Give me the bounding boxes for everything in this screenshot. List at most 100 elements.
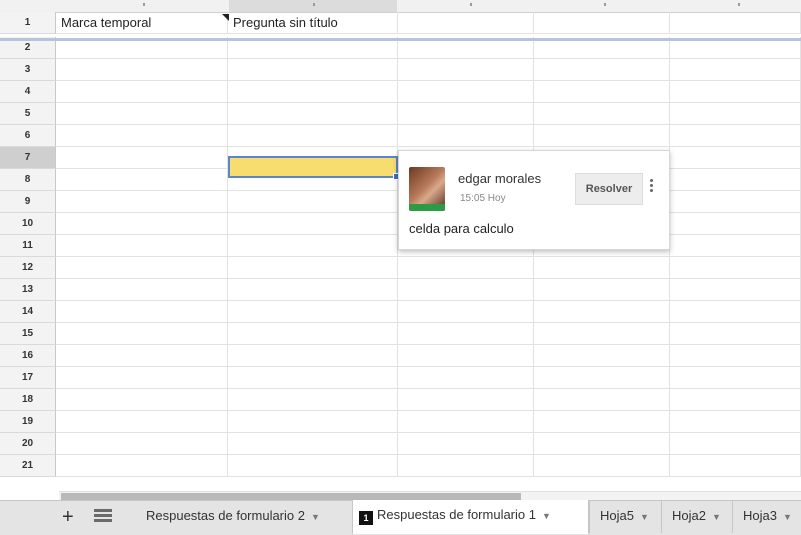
resolve-button[interactable]: Resolver [575, 173, 643, 205]
table-cell[interactable] [670, 125, 801, 147]
table-cell[interactable] [228, 257, 398, 279]
table-cell[interactable] [56, 59, 228, 81]
table-cell[interactable] [534, 367, 670, 389]
table-cell[interactable] [670, 147, 801, 169]
table-cell[interactable] [56, 147, 228, 169]
table-cell[interactable] [56, 103, 228, 125]
row-number[interactable]: 5 [0, 103, 56, 125]
row-number[interactable]: 8 [0, 169, 56, 191]
table-cell[interactable] [398, 103, 534, 125]
table-cell[interactable] [228, 323, 398, 345]
table-cell[interactable] [534, 389, 670, 411]
table-cell[interactable] [534, 433, 670, 455]
table-cell[interactable] [56, 301, 228, 323]
table-cell[interactable] [670, 411, 801, 433]
table-cell[interactable] [670, 169, 801, 191]
table-cell[interactable] [228, 279, 398, 301]
row-number[interactable]: 17 [0, 367, 56, 389]
table-cell[interactable] [670, 81, 801, 103]
table-cell[interactable]: Marca temporal [56, 12, 228, 34]
table-cell[interactable] [398, 455, 534, 477]
table-cell[interactable] [228, 213, 398, 235]
table-cell[interactable] [534, 279, 670, 301]
table-cell[interactable] [56, 367, 228, 389]
tab-respuestas-formulario-2[interactable]: Respuestas de formulario 2 ▼ [136, 501, 350, 533]
table-cell[interactable] [670, 191, 801, 213]
table-cell[interactable] [670, 279, 801, 301]
table-cell[interactable] [534, 323, 670, 345]
selected-cell-b7[interactable] [228, 156, 400, 180]
table-cell[interactable] [534, 125, 670, 147]
tab-hoja3[interactable]: Hoja3 ▼ [732, 501, 801, 533]
table-cell[interactable] [56, 323, 228, 345]
row-number[interactable]: 4 [0, 81, 56, 103]
table-cell[interactable] [228, 235, 398, 257]
table-cell[interactable] [670, 323, 801, 345]
column-b-header[interactable] [229, 0, 397, 12]
table-cell[interactable] [534, 12, 670, 34]
table-cell[interactable] [228, 59, 398, 81]
table-cell[interactable] [228, 389, 398, 411]
table-cell[interactable] [398, 323, 534, 345]
table-cell[interactable] [670, 12, 801, 34]
table-cell[interactable] [228, 81, 398, 103]
chevron-down-icon[interactable]: ▼ [783, 512, 792, 522]
row-number[interactable]: 9 [0, 191, 56, 213]
row-number[interactable]: 16 [0, 345, 56, 367]
table-cell[interactable] [56, 345, 228, 367]
table-cell[interactable] [56, 257, 228, 279]
table-cell[interactable]: Pregunta sin título [228, 12, 398, 34]
table-cell[interactable] [670, 345, 801, 367]
table-cell[interactable] [228, 433, 398, 455]
chevron-down-icon[interactable]: ▼ [640, 512, 649, 522]
tab-hoja2[interactable]: Hoja2 ▼ [661, 501, 732, 533]
row-number[interactable]: 12 [0, 257, 56, 279]
table-cell[interactable] [56, 279, 228, 301]
row-number[interactable]: 11 [0, 235, 56, 257]
row-number[interactable]: 18 [0, 389, 56, 411]
table-cell[interactable] [228, 455, 398, 477]
table-cell[interactable] [534, 345, 670, 367]
table-cell[interactable] [398, 257, 534, 279]
table-cell[interactable] [670, 103, 801, 125]
table-cell[interactable] [228, 125, 398, 147]
row-number[interactable]: 15 [0, 323, 56, 345]
table-cell[interactable] [670, 367, 801, 389]
table-cell[interactable] [56, 81, 228, 103]
table-cell[interactable] [670, 389, 801, 411]
frozen-row-divider[interactable] [0, 38, 801, 41]
table-cell[interactable] [56, 235, 228, 257]
table-cell[interactable] [670, 213, 801, 235]
table-cell[interactable] [56, 433, 228, 455]
row-number[interactable]: 3 [0, 59, 56, 81]
table-cell[interactable] [56, 411, 228, 433]
row-number[interactable]: 19 [0, 411, 56, 433]
table-cell[interactable] [398, 81, 534, 103]
table-cell[interactable] [56, 455, 228, 477]
row-number[interactable]: 21 [0, 455, 56, 477]
table-cell[interactable] [56, 213, 228, 235]
table-cell[interactable] [670, 301, 801, 323]
table-cell[interactable] [56, 389, 228, 411]
table-cell[interactable] [398, 411, 534, 433]
scrollbar-thumb[interactable] [61, 493, 521, 500]
table-cell[interactable] [398, 389, 534, 411]
chevron-down-icon[interactable]: ▼ [542, 511, 551, 521]
table-cell[interactable] [534, 59, 670, 81]
table-cell[interactable] [534, 257, 670, 279]
vertical-dots-icon[interactable] [649, 177, 655, 199]
row-number[interactable]: 1 [0, 12, 56, 34]
table-cell[interactable] [398, 125, 534, 147]
table-cell[interactable] [534, 103, 670, 125]
table-cell[interactable] [228, 103, 398, 125]
table-cell[interactable] [670, 433, 801, 455]
table-cell[interactable] [534, 455, 670, 477]
table-cell[interactable] [398, 59, 534, 81]
row-number[interactable]: 14 [0, 301, 56, 323]
table-cell[interactable] [534, 301, 670, 323]
table-cell[interactable] [398, 12, 534, 34]
table-cell[interactable] [398, 367, 534, 389]
table-cell[interactable] [534, 411, 670, 433]
table-cell[interactable] [398, 345, 534, 367]
table-cell[interactable] [670, 235, 801, 257]
